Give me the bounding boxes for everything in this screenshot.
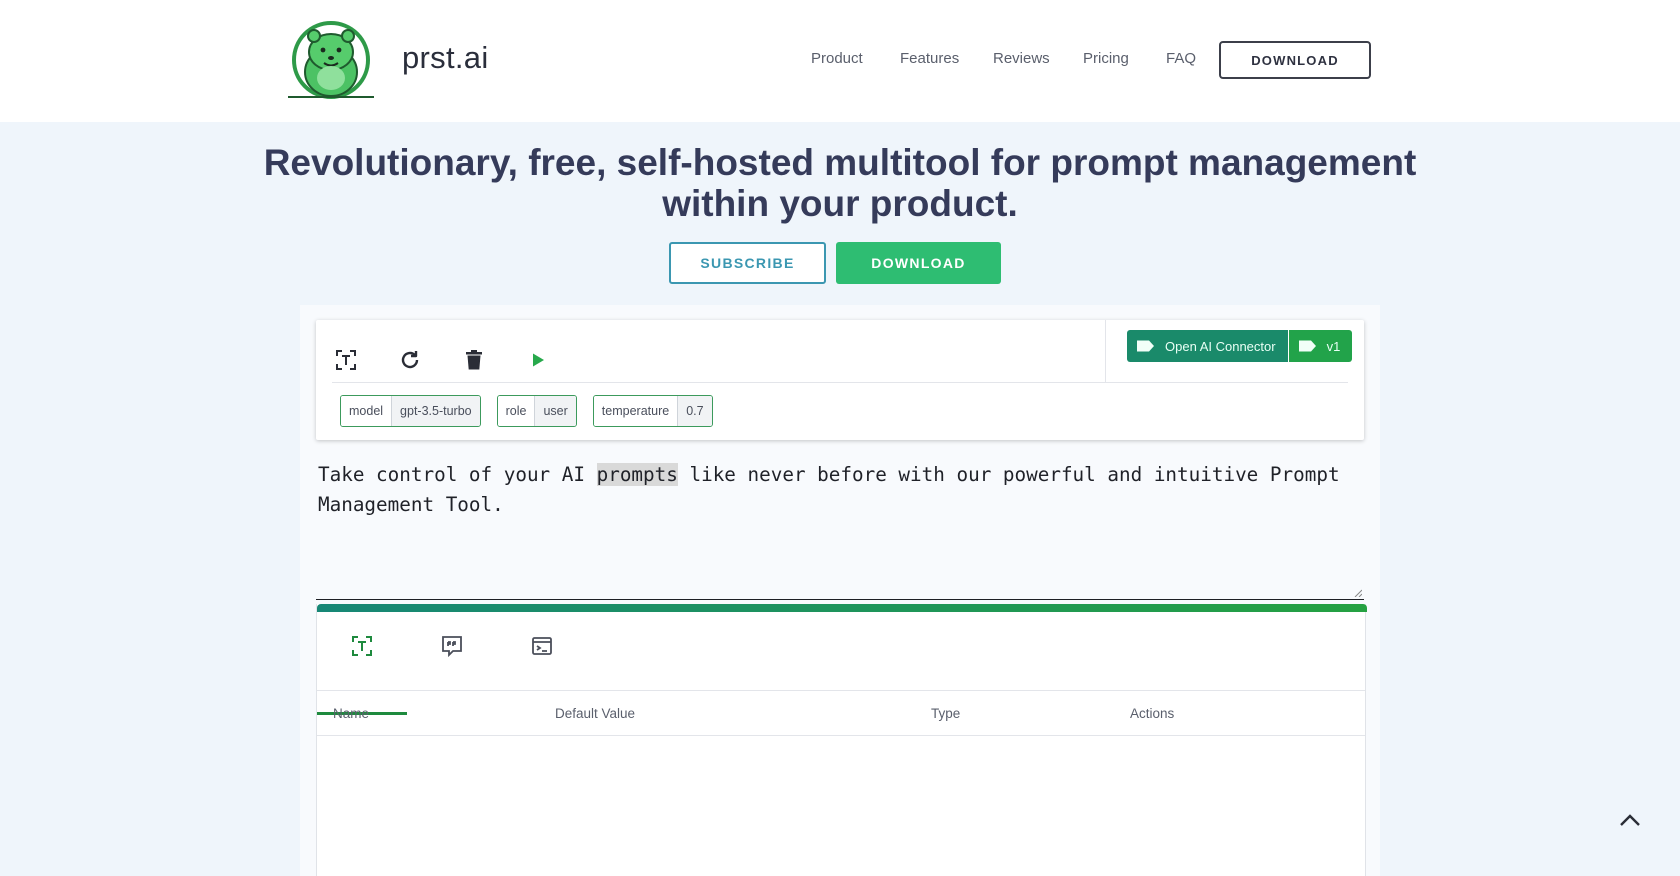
prompt-text-selection: prompts [596,463,678,486]
param-value: user [534,396,576,426]
quote-message-icon [442,636,462,658]
tab-messages[interactable] [407,634,497,690]
param-key: temperature [593,396,678,426]
brand-name[interactable]: prst.ai [402,40,489,76]
terminal-icon [532,637,552,655]
param-chip-temperature[interactable]: temperature 0.7 [592,395,713,427]
toolbar-divider [1105,320,1106,383]
tag-icon [1137,340,1154,352]
tab-terminal[interactable] [497,634,587,690]
scroll-to-top-button[interactable] [1617,807,1643,833]
header-download-button[interactable]: DOWNLOAD [1219,41,1371,79]
nav-features[interactable]: Features [900,50,959,67]
column-header-actions[interactable]: Actions [1130,706,1174,721]
column-header-name[interactable]: Name [333,706,369,721]
nav-pricing[interactable]: Pricing [1083,50,1129,67]
play-icon[interactable] [525,347,551,373]
prompt-textarea[interactable]: Take control of your AI prompts like nev… [316,460,1364,600]
param-chip-role[interactable]: role user [496,395,577,427]
tab-variables[interactable] [317,634,407,715]
nav-product[interactable]: Product [811,50,863,67]
table-header-row: Name Default Value Type Actions [317,690,1365,736]
site-header: prst.ai Product Features Reviews Pricing… [0,0,1680,122]
param-key: model [341,396,392,426]
parameter-chips: model gpt-3.5-turbo role user temperatur… [340,395,729,427]
connector-version-tag[interactable]: v1 [1287,330,1353,362]
param-chip-model[interactable]: model gpt-3.5-turbo [340,395,481,427]
text-select-icon [352,636,372,656]
column-header-default-value[interactable]: Default Value [555,706,635,721]
connector-version: v1 [1326,338,1341,354]
prompt-toolbar: Open AI Connector v1 model gpt-3.5-turbo… [316,320,1364,440]
toolbar-divider [332,382,1348,383]
connector-name: Open AI Connector [1165,338,1276,354]
prompt-text: Take control of your AI [318,463,597,486]
param-value: 0.7 [677,396,712,426]
refresh-icon[interactable] [397,347,423,373]
param-value: gpt-3.5-turbo [391,396,480,426]
variables-section: Name Default Value Type Actions [316,604,1367,876]
chevron-up-icon [1620,814,1640,826]
column-header-type[interactable]: Type [931,706,960,721]
subscribe-button[interactable]: SUBSCRIBE [669,242,826,284]
resize-handle-icon[interactable] [1354,589,1362,597]
nav-faq[interactable]: FAQ [1166,50,1196,67]
hero-title: Revolutionary, free, self-hosted multito… [263,142,1417,224]
text-select-icon[interactable] [333,347,359,373]
hero-download-button[interactable]: DOWNLOAD [836,242,1001,284]
connector-selector[interactable]: Open AI Connector v1 [1127,330,1353,362]
trash-icon[interactable] [461,347,487,373]
nav-reviews[interactable]: Reviews [993,50,1050,67]
connector-tag[interactable]: Open AI Connector [1127,330,1288,362]
hamster-logo-icon[interactable] [286,20,376,100]
gradient-bar [317,604,1367,612]
param-key: role [497,396,535,426]
tag-icon [1298,340,1316,352]
